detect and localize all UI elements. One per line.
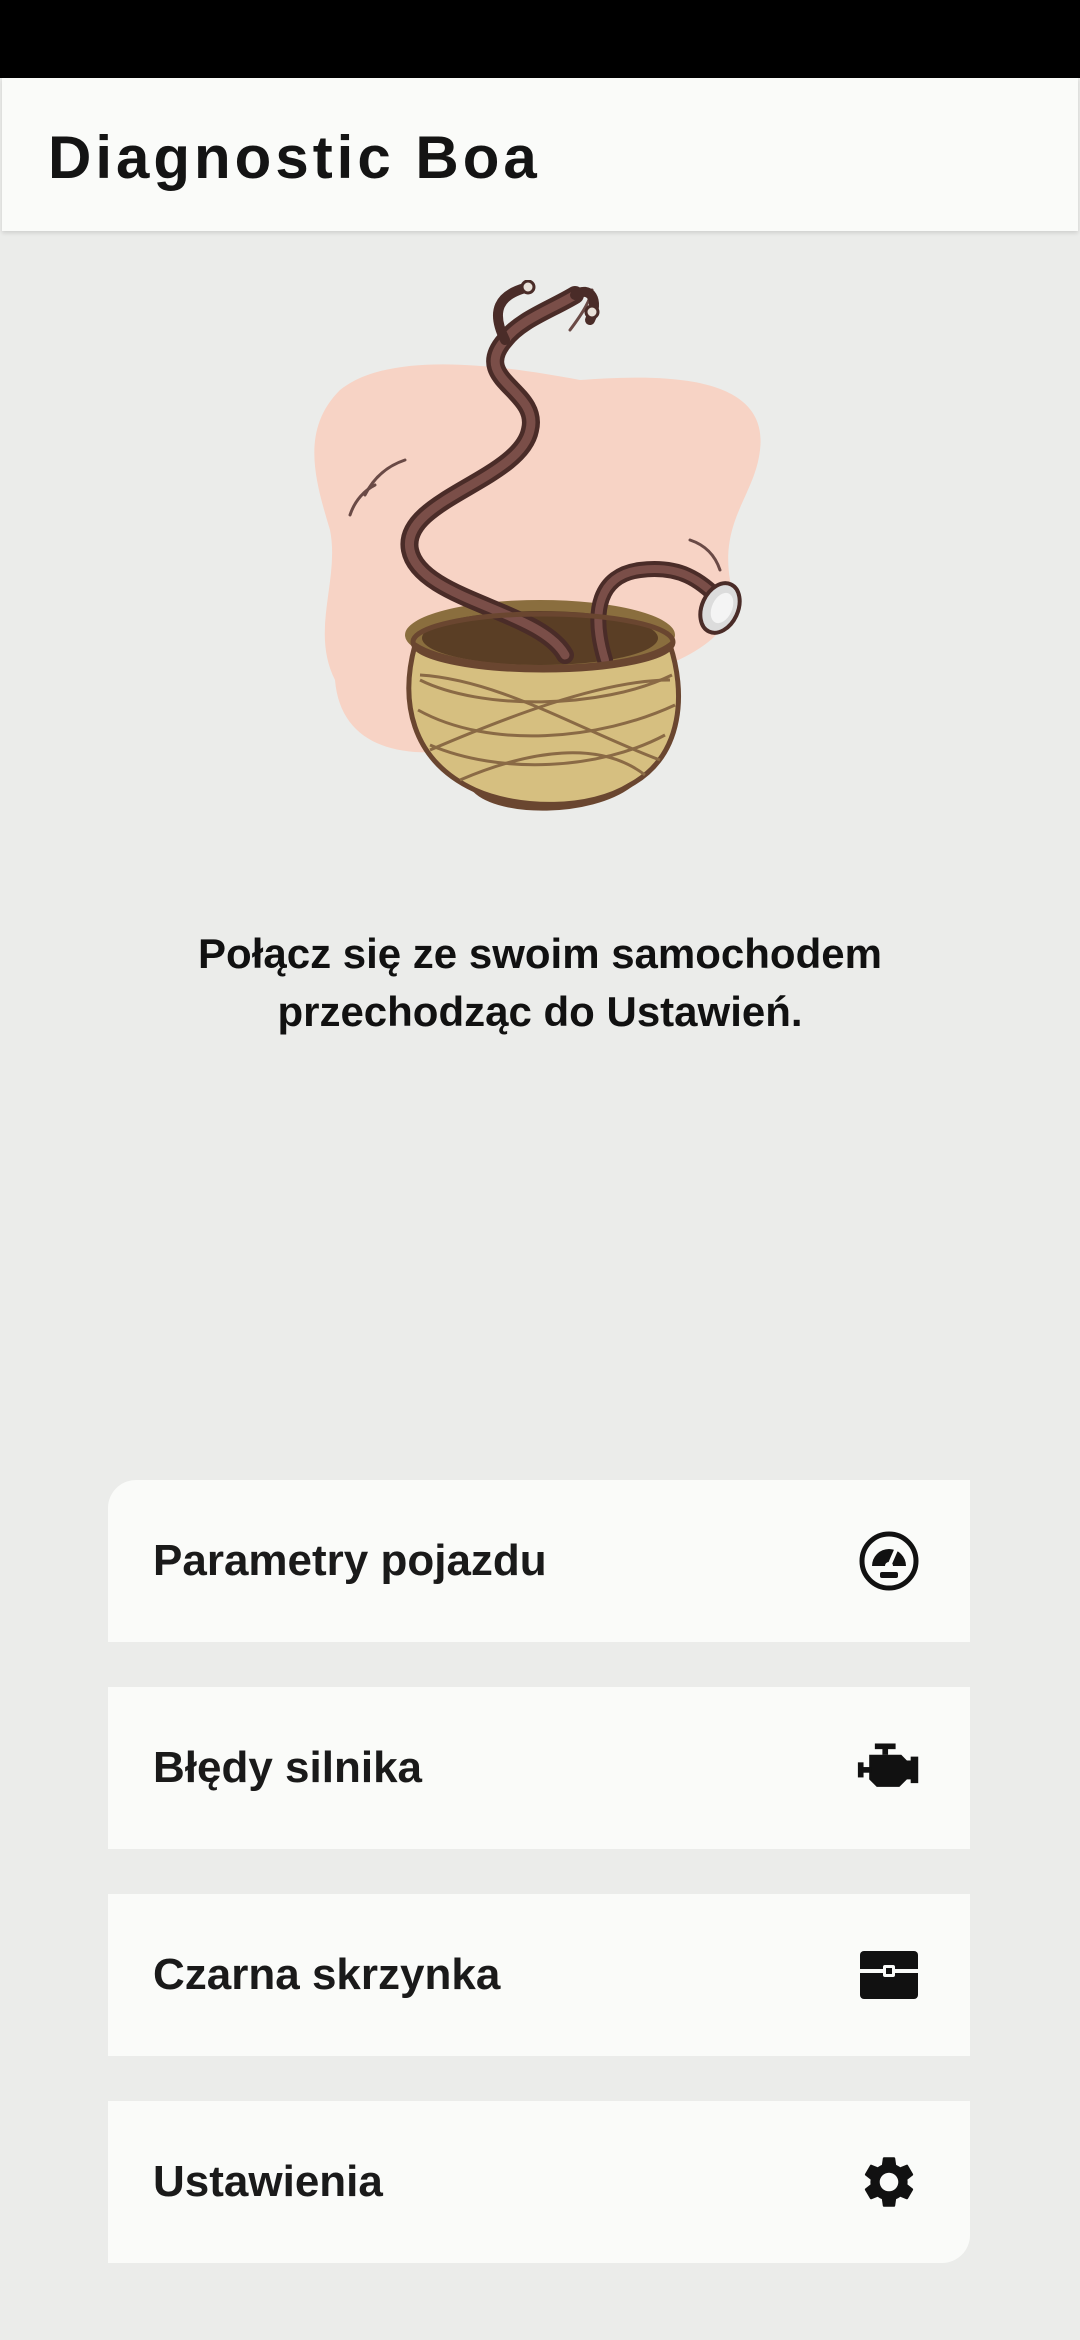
menu-item-label: Ustawienia — [153, 2157, 383, 2206]
app-screen: Diagnostic Boa Połącz się ze swoim samoc… — [0, 0, 1080, 2340]
gauge-icon — [856, 1528, 922, 1594]
toolbox-icon — [856, 1942, 922, 2008]
menu-item-settings[interactable]: Ustawienia — [108, 2101, 970, 2263]
gear-icon — [856, 2149, 922, 2215]
app-bar: Diagnostic Boa — [2, 78, 1078, 231]
app-title: Diagnostic Boa — [48, 124, 541, 191]
basket-stethoscope-illustration — [300, 279, 780, 840]
main-menu: Parametry pojazdu Błędy silnika Czarna s… — [108, 1480, 970, 2263]
menu-item-black-box[interactable]: Czarna skrzynka — [108, 1894, 970, 2056]
menu-item-label: Czarna skrzynka — [153, 1950, 501, 1999]
menu-item-label: Parametry pojazdu — [153, 1536, 547, 1585]
connect-hint-message: Połącz się ze swoim samochodem przechodz… — [198, 930, 882, 1035]
status-bar — [0, 0, 1080, 78]
menu-item-label: Błędy silnika — [153, 1743, 423, 1792]
menu-item-engine-errors[interactable]: Błędy silnika — [108, 1687, 970, 1849]
engine-icon — [856, 1735, 922, 1801]
menu-item-vehicle-parameters[interactable]: Parametry pojazdu — [108, 1480, 970, 1642]
